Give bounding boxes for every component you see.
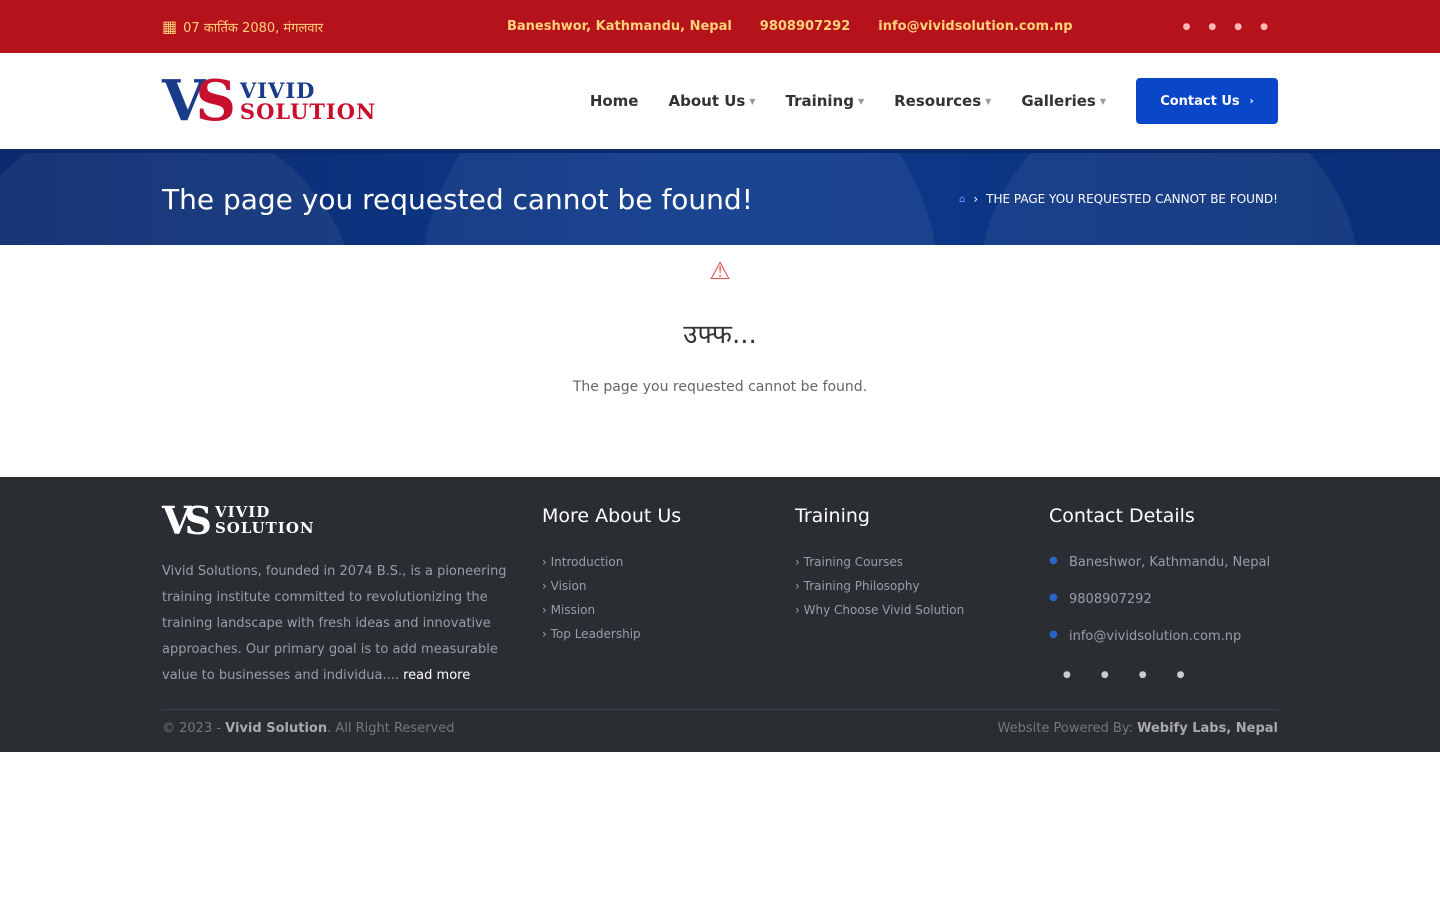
breadcrumb-sep: › (973, 192, 979, 206)
nav-label: Galleries (1021, 92, 1096, 110)
nav-label: Resources (894, 92, 982, 110)
chevron-down-icon: ▼ (749, 96, 756, 106)
more-about-heading: More About Us (542, 505, 682, 527)
instagram-icon[interactable]: ● (1139, 670, 1147, 680)
powered-by: Website Powered By: Webify Labs, Nepal (998, 721, 1278, 736)
copyright: © 2023 - Vivid Solution. All Right Reser… (162, 721, 454, 736)
youtube-icon[interactable]: ● (1260, 22, 1268, 32)
error-message: The page you requested cannot be found. (572, 379, 868, 395)
footer-link-training-courses[interactable]: › Training Courses (795, 555, 1049, 579)
footer-contact-email[interactable]: ● info@vividsolution.com.np (1049, 629, 1278, 666)
logo-mark-s: S (195, 68, 236, 134)
logo-word-vivid: VIVID (239, 78, 316, 103)
phone-text: 9808907292 (1069, 592, 1152, 607)
nav-home[interactable]: Home (590, 92, 639, 110)
chevron-right-icon: › (795, 603, 800, 617)
nav-about-us[interactable]: About Us ▼ (668, 92, 755, 110)
arrow-right-icon: › (1249, 95, 1254, 107)
error-content: ⚠ उफ्फ... The page you requested cannot … (0, 245, 1440, 477)
nav-galleries[interactable]: Galleries ▼ (1021, 92, 1106, 110)
nav-label: Home (589, 92, 639, 110)
link-label: Top Leadership (550, 627, 641, 641)
warning-triangle-icon: ⚠ (709, 257, 731, 285)
footer-bottom: © 2023 - Vivid Solution. All Right Reser… (162, 709, 1278, 746)
nav-resources[interactable]: Resources ▼ (894, 92, 991, 110)
link-label: Training Philosophy (803, 579, 920, 593)
twitter-icon[interactable]: ● (1208, 22, 1216, 32)
oops-heading: उफ्फ... (683, 320, 757, 350)
top-bar: ▦ 07 कार्तिक 2080, मंगलवार Baneshwor, Ka… (0, 0, 1440, 53)
contact-us-button[interactable]: Contact Us › (1136, 78, 1278, 124)
copyright-suffix: . All Right Reserved (327, 720, 455, 736)
footer-link-why-choose[interactable]: › Why Choose Vivid Solution (795, 603, 1049, 627)
date-display: ▦ 07 कार्तिक 2080, मंगलवार (162, 17, 507, 36)
chevron-right-icon: › (542, 579, 547, 593)
location-icon: ● (1049, 555, 1058, 566)
chevron-right-icon: › (542, 603, 547, 617)
footer-contact-address: ● Baneshwor, Kathmandu, Nepal (1049, 555, 1278, 592)
footer-description-text: Vivid Solutions, founded in 2074 B.S., i… (162, 564, 507, 683)
logo-word-solution: SOLUTION (239, 99, 377, 124)
nav-training[interactable]: Training ▼ (785, 92, 864, 110)
chevron-down-icon: ▼ (1099, 96, 1106, 106)
contact-details-heading: Contact Details (1049, 505, 1195, 527)
footer-logo-mark: VS (162, 498, 212, 543)
powered-brand[interactable]: Webify Labs, Nepal (1137, 721, 1278, 736)
nav-label: About Us (668, 92, 746, 110)
date-text: 07 कार्तिक 2080, मंगलवार (183, 20, 324, 36)
footer-link-vision[interactable]: › Vision (542, 579, 795, 603)
footer-link-mission[interactable]: › Mission (542, 603, 795, 627)
phone-icon: ● (1049, 592, 1058, 603)
page-blank-area (0, 752, 1440, 896)
link-label: Why Choose Vivid Solution (803, 603, 965, 617)
chevron-right-icon: › (795, 579, 800, 593)
footer-link-top-leadership[interactable]: › Top Leadership (542, 627, 795, 651)
copyright-prefix: © 2023 - (162, 720, 226, 736)
chevron-down-icon: ▼ (857, 96, 865, 106)
topbar-phone[interactable]: 9808907292 (760, 19, 850, 34)
powered-prefix: Website Powered By: (997, 720, 1138, 736)
link-label: Training Courses (803, 555, 903, 569)
link-label: Vision (550, 579, 587, 593)
home-icon[interactable]: ⌂ (959, 194, 965, 205)
footer-link-introduction[interactable]: › Introduction (542, 555, 795, 579)
footer-description: Vivid Solutions, founded in 2074 B.S., i… (162, 559, 512, 689)
main-nav: Home About Us ▼ Training ▼ Resources ▼ Gall… (590, 92, 1106, 110)
calendar-icon: ▦ (162, 17, 178, 36)
chevron-right-icon: › (795, 555, 800, 569)
logo-mark-v: V (162, 68, 206, 134)
copyright-brand[interactable]: Vivid Solution (225, 721, 327, 736)
footer-logo-word-solution: SOLUTION (214, 519, 315, 537)
site-header: VS VIVID SOLUTION Home About Us ▼ Trainin… (0, 53, 1440, 153)
link-label: Mission (550, 603, 596, 617)
breadcrumb: ⌂ › THE PAGE YOU REQUESTED CANNOT BE FOU… (959, 192, 1278, 206)
twitter-icon[interactable]: ● (1101, 670, 1109, 680)
page-banner: The page you requested cannot be found! … (0, 153, 1440, 245)
nav-label: Training (785, 92, 854, 110)
facebook-icon[interactable]: ● (1183, 22, 1191, 32)
link-label: Introduction (550, 555, 624, 569)
chevron-right-icon: › (542, 627, 547, 641)
footer-link-training-philosophy[interactable]: › Training Philosophy (795, 579, 1049, 603)
youtube-icon[interactable]: ● (1177, 670, 1185, 680)
training-heading: Training (795, 505, 870, 527)
contact-us-label: Contact Us (1160, 93, 1240, 109)
topbar-email[interactable]: info@vividsolution.com.np (878, 19, 1072, 34)
facebook-icon[interactable]: ● (1063, 670, 1071, 680)
site-footer: VS VIVID SOLUTION Vivid Solutions, found… (0, 477, 1440, 752)
email-text: info@vividsolution.com.np (1069, 629, 1242, 644)
topbar-address: Baneshwor, Kathmandu, Nepal (507, 19, 732, 34)
instagram-icon[interactable]: ● (1234, 22, 1242, 32)
chevron-right-icon: › (542, 555, 547, 569)
address-text: Baneshwor, Kathmandu, Nepal (1069, 555, 1271, 570)
footer-contact-phone[interactable]: ● 9808907292 (1049, 592, 1278, 629)
read-more-link[interactable]: read more (403, 668, 470, 683)
page-title: The page you requested cannot be found! (162, 182, 753, 216)
footer-logo[interactable]: VS VIVID SOLUTION (162, 501, 542, 541)
site-logo[interactable]: VS VIVID SOLUTION (162, 51, 376, 151)
chevron-down-icon: ▼ (985, 96, 992, 106)
breadcrumb-current: THE PAGE YOU REQUESTED CANNOT BE FOUND! (986, 192, 1278, 206)
email-icon: ● (1049, 629, 1058, 640)
